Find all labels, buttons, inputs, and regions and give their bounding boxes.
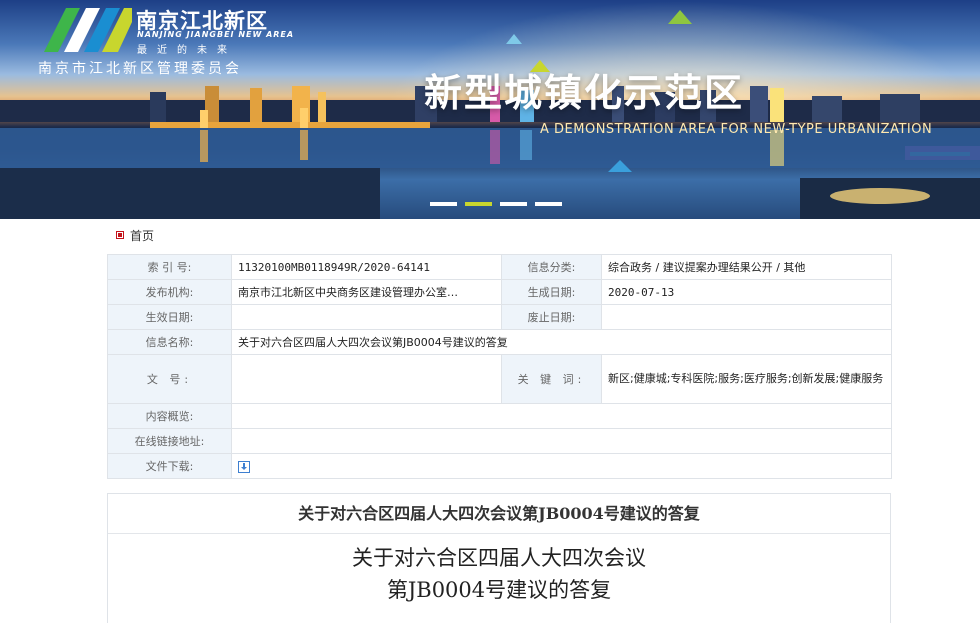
keywords-value: 新区;健康城;专科医院;服务;医疗服务;创新发展;健康服务 [601,354,892,404]
logo-english-name: NANJING JIANGBEI NEW AREA [137,30,295,39]
breadcrumb: 首页 [116,226,154,244]
jiangbei-logo-icon [44,8,132,52]
article-header-title: 关于对六合区四届人大四次会议第JB0004号建议的答复 [108,494,890,534]
info-name-value: 关于对六合区四届人大四次会议第JB0004号建议的答复 [231,329,892,355]
doc-number-value [231,354,502,404]
category-label: 信息分类: [501,254,602,280]
keywords-label: 关 键 词: [501,354,602,404]
info-row: 信息名称: 关于对六合区四届人大四次会议第JB0004号建议的答复 [107,329,892,355]
info-name-label: 信息名称: [107,329,232,355]
org-name: 南京市江北新区管理委员会 [38,61,242,77]
created-date-value: 2020-07-13 [601,279,892,305]
category-value: 综合政务 / 建议提案办理结果公开 / 其他 [601,254,892,280]
document-info-table: 索 引 号: 11320100MB0118949R/2020-64141 信息分… [107,254,892,479]
file-download-label: 文件下载: [107,453,232,479]
header-banner: 南京江北新区 NANJING JIANGBEI NEW AREA 最近的未来 南… [0,0,980,219]
info-row: 生效日期: 废止日期: [107,304,892,330]
created-date-label: 生成日期: [501,279,602,305]
effective-date-label: 生效日期: [107,304,232,330]
online-link-label: 在线链接地址: [107,428,232,454]
summary-label: 内容概览: [107,403,232,429]
home-square-icon [116,231,124,239]
carousel-dot-3[interactable] [500,202,527,206]
file-download-cell [231,453,892,479]
effective-date-value [231,304,502,330]
banner-title: 新型城镇化示范区 [424,71,745,115]
summary-value [231,403,892,429]
publisher-label: 发布机构: [107,279,232,305]
index-label: 索 引 号: [107,254,232,280]
article-body-title: 关于对六合区四届人大四次会议 第JB0004号建议的答复 [108,542,890,606]
logo-slogan: 最近的未来 [137,45,237,56]
info-row: 发布机构: 南京市江北新区中央商务区建设管理办公室… 生成日期: 2020-07… [107,279,892,305]
carousel-dot-2[interactable] [465,202,492,206]
info-row: 在线链接地址: [107,428,892,454]
article-body-title-line2: 第JB0004号建议的答复 [386,578,612,602]
index-value: 11320100MB0118949R/2020-64141 [231,254,502,280]
expired-date-label: 废止日期: [501,304,602,330]
info-row: 文件下载: [107,453,892,479]
banner-subtitle: A DEMONSTRATION AREA FOR NEW-TYPE URBANI… [540,122,933,137]
publisher-value: 南京市江北新区中央商务区建设管理办公室… [231,279,502,305]
carousel-dot-1[interactable] [430,202,457,206]
download-icon[interactable] [238,460,250,473]
online-link-value[interactable] [231,428,892,454]
info-row: 文 号: 关 键 词: 新区;健康城;专科医院;服务;医疗服务;创新发展;健康服… [107,354,892,404]
carousel-indicators [430,202,562,208]
expired-date-value [601,304,892,330]
info-row: 内容概览: [107,403,892,429]
article-body-title-line1: 关于对六合区四届人大四次会议 [352,546,646,570]
carousel-dot-4[interactable] [535,202,562,206]
article-content: 关于对六合区四届人大四次会议第JB0004号建议的答复 关于对六合区四届人大四次… [107,493,891,623]
doc-number-label: 文 号: [107,354,232,404]
breadcrumb-home-link[interactable]: 首页 [130,227,154,244]
info-row: 索 引 号: 11320100MB0118949R/2020-64141 信息分… [107,254,892,280]
